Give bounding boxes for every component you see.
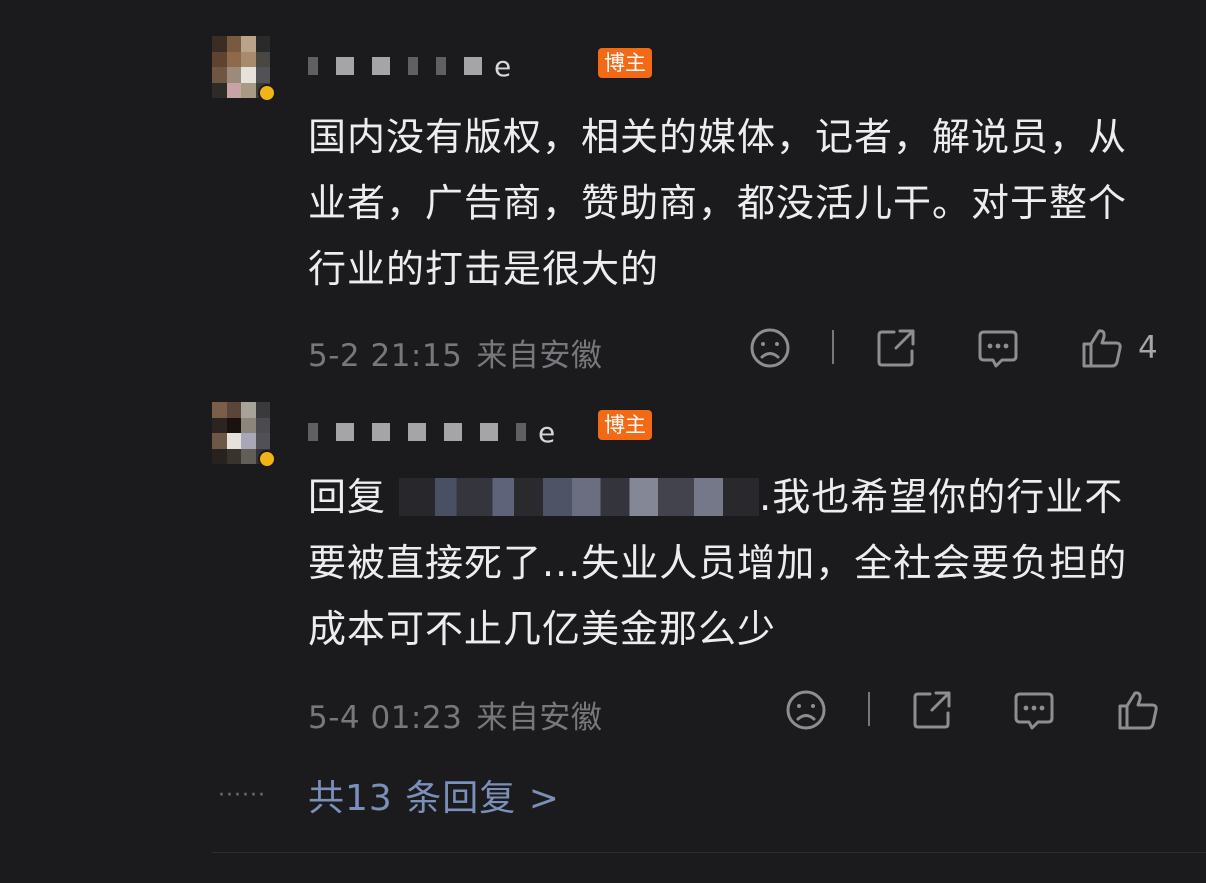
- comment-icon: [1014, 692, 1054, 730]
- comment-date: 5-4 01:23: [308, 700, 463, 736]
- reply-prefix: 回复: [308, 475, 387, 519]
- comment-button[interactable]: [976, 326, 1020, 370]
- comment-button[interactable]: [1012, 688, 1056, 732]
- divider: [868, 692, 870, 726]
- dislike-icon: [786, 690, 826, 730]
- more-replies: ······ 共13 条回复 >: [218, 769, 560, 821]
- share-icon: [877, 329, 915, 367]
- like-icon: [1082, 329, 1122, 368]
- more-replies-dots: ······: [218, 782, 266, 808]
- comment-location: 来自安徽: [476, 338, 603, 374]
- comment-meta: 5-4 01:23 来自安徽: [308, 692, 602, 737]
- comment-icon: [978, 330, 1018, 368]
- share-button[interactable]: [874, 326, 918, 370]
- like-button[interactable]: [1116, 688, 1160, 732]
- username-visible-part: e: [494, 49, 511, 83]
- username[interactable]: e: [308, 415, 555, 449]
- verified-badge-icon: [258, 450, 276, 468]
- comment-meta: 5-2 21:15 来自安徽: [308, 330, 602, 375]
- blogger-badge: 博主: [598, 48, 652, 78]
- share-button[interactable]: [910, 688, 954, 732]
- avatar[interactable]: [212, 402, 276, 468]
- divider: [832, 330, 834, 364]
- view-more-replies-link[interactable]: 共13 条回复 >: [308, 769, 560, 821]
- comment-text: 国内没有版权，相关的媒体，记者，解说员，从业者，广告商，赞助商，都没活儿干。对于…: [308, 115, 1128, 291]
- username-visible-part: e: [538, 415, 555, 449]
- like-icon: [1118, 691, 1158, 730]
- like-button[interactable]: 4: [1080, 326, 1158, 370]
- avatar[interactable]: [212, 36, 276, 102]
- mentioned-user-blurred[interactable]: [399, 478, 760, 516]
- comment-actions: 4: [748, 326, 1168, 370]
- verified-badge-icon: [258, 84, 276, 102]
- comment-text: 回复 .我也希望你的行业不要被直接死了...失业人员增加，全社会要负担的成本可不…: [308, 464, 1158, 662]
- comment-location: 来自安徽: [476, 700, 603, 736]
- comment-actions: [784, 688, 1164, 732]
- dislike-icon: [750, 328, 790, 368]
- username[interactable]: e: [308, 49, 511, 83]
- share-icon: [913, 691, 951, 729]
- dislike-button[interactable]: [784, 688, 828, 732]
- dislike-button[interactable]: [748, 326, 792, 370]
- divider: [212, 852, 1206, 853]
- like-count: 4: [1138, 330, 1158, 366]
- comment-date: 5-2 21:15: [308, 338, 463, 374]
- blogger-badge: 博主: [598, 410, 652, 440]
